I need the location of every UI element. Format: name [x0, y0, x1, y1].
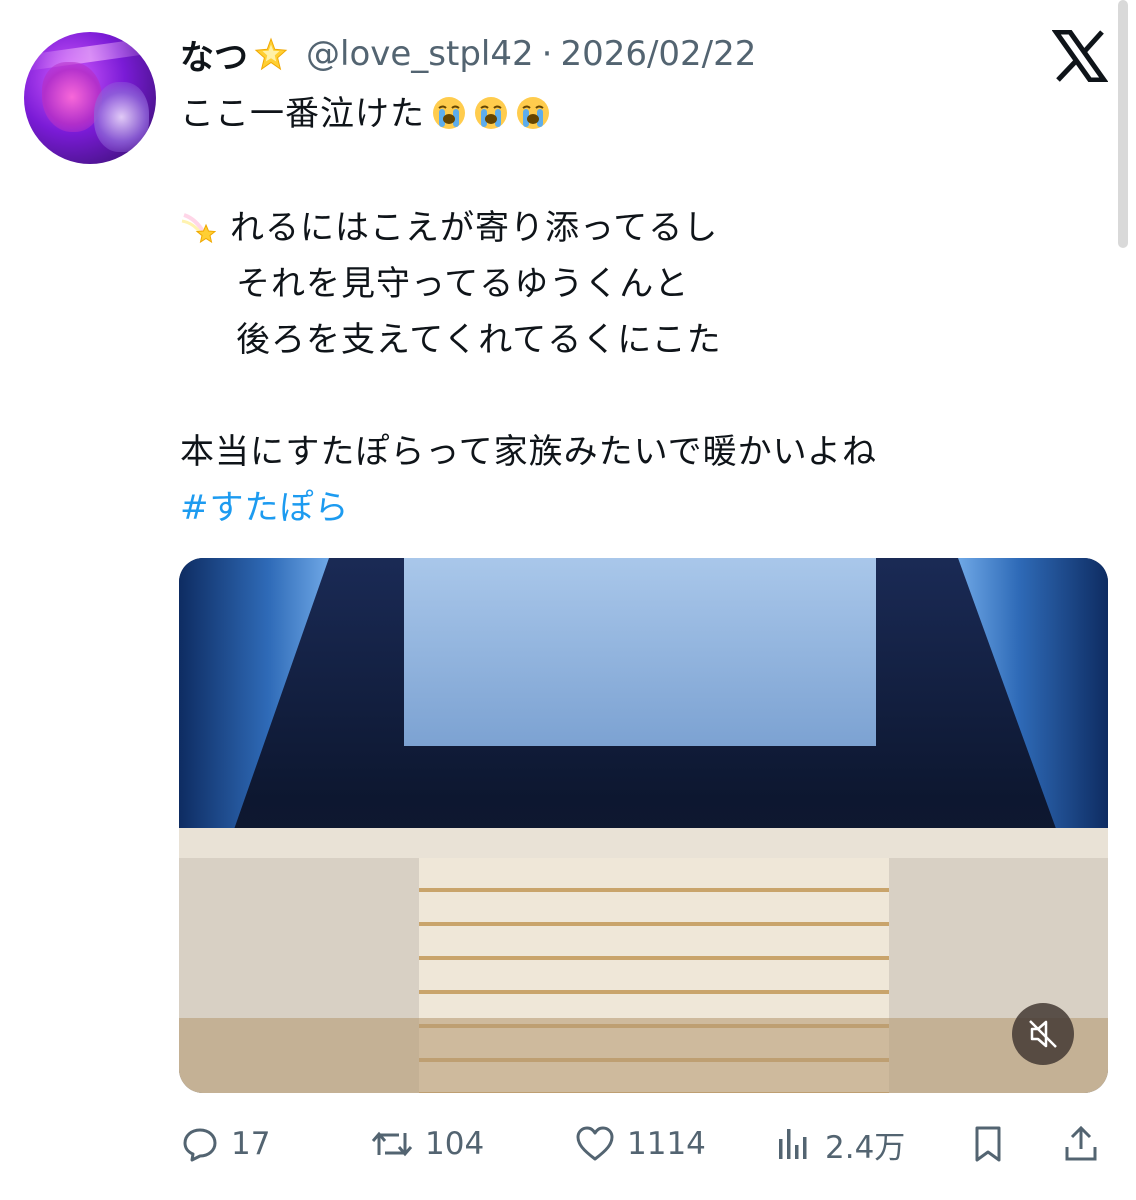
- tweet-header: なつ @love_stpl42 · 2026/02/22: [180, 30, 756, 78]
- heart-icon: [576, 1126, 614, 1161]
- shooting-star-emoji-icon: [181, 213, 216, 244]
- reply-count: 17: [231, 1126, 271, 1162]
- reply-icon: [183, 1128, 217, 1162]
- retweet-count: 104: [425, 1126, 485, 1162]
- mute-button[interactable]: [1012, 1003, 1074, 1065]
- retweet-button[interactable]: 104: [371, 1116, 484, 1172]
- hashtag-link[interactable]: #すたぽら: [180, 480, 350, 529]
- tweet-line-4: 後ろを支えてくれてるくにこた: [236, 320, 722, 360]
- retweet-icon: [371, 1131, 413, 1157]
- tweet-line-3: それを見守ってるゆうくんと: [236, 264, 690, 304]
- stage-curtain-right: [958, 558, 1108, 848]
- like-button[interactable]: 1114: [575, 1116, 706, 1172]
- loudly-crying-face-icon: [475, 97, 507, 129]
- loudly-crying-face-icon: [433, 97, 465, 129]
- views-count: 2.4万: [825, 1129, 906, 1166]
- tweet-text-line: れるにはこえが寄り添ってるし: [230, 208, 719, 248]
- share-icon: [1065, 1125, 1097, 1161]
- user-handle[interactable]: @love_stpl42: [306, 34, 534, 74]
- display-name[interactable]: なつ: [180, 30, 248, 79]
- avatar[interactable]: [24, 32, 156, 164]
- views-button[interactable]: 2.4万: [775, 1116, 905, 1172]
- tweet-date[interactable]: 2026/02/22: [560, 34, 756, 74]
- reply-button[interactable]: 17: [181, 1116, 270, 1172]
- tweet-actions: 17 104 1114 2.4万: [179, 1116, 1108, 1172]
- stage-edge: [179, 828, 1108, 858]
- stage-curtain-left: [179, 558, 329, 858]
- tweet-line-2: れるにはこえが寄り添ってるし: [180, 200, 718, 249]
- muted-speaker-icon: [1029, 1020, 1057, 1048]
- loudly-crying-face-icon: [517, 97, 549, 129]
- share-button[interactable]: [1063, 1116, 1099, 1172]
- tweet-video[interactable]: [179, 558, 1108, 1093]
- scrollbar[interactable]: [1118, 0, 1128, 248]
- like-count: 1114: [627, 1126, 706, 1162]
- bookmark-icon: [975, 1126, 1001, 1162]
- stage-screen: [404, 558, 876, 746]
- star-emoji-icon: [254, 37, 288, 71]
- bookmark-button[interactable]: [971, 1116, 1005, 1172]
- tweet-line-1: ここ一番泣けた: [180, 86, 551, 135]
- tweet-text-line: ここ一番泣けた: [180, 94, 425, 134]
- header-separator: ·: [541, 34, 553, 74]
- x-logo-icon[interactable]: [1052, 30, 1108, 82]
- stage-floor: [179, 1018, 1108, 1093]
- views-chart-icon: [779, 1129, 807, 1159]
- tweet-line-5: 本当にすたぽらって家族みたいで暖かいよね: [180, 432, 877, 472]
